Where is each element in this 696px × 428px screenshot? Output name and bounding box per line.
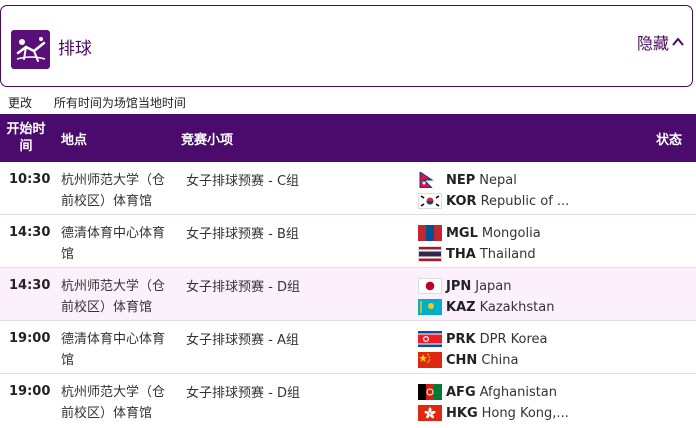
team-entry[interactable]: NEP Nepal [418,171,517,189]
venue: 杭州师范大学（仓前校区）体育馆 [61,279,166,315]
table-row[interactable]: 19:00 德清体育中心体育馆 女子排球预赛 - A组 PRK DPR Kore… [0,321,696,374]
team-entry[interactable]: KOR Republic of ... [418,192,569,210]
table-row[interactable]: 14:30 德清体育中心体育馆 女子排球预赛 - B组 MGL Mongolia… [0,215,696,268]
timezone-bar: 更改 所有时间为场馆当地时间 [8,94,186,111]
team-code: KOR [446,193,477,209]
team-code: NEP [446,172,476,188]
venue: 杭州师范大学（仓前校区）体育馆 [61,385,166,421]
thailand-flag-icon [418,246,442,262]
hong-kong-flag-icon [418,405,442,421]
start-time: 10:30 [9,172,51,187]
header-status: 状态 [655,132,682,148]
team-code: KAZ [446,299,476,315]
schedule-table-header: 开始时间 地点 竞赛小项 状态 [0,114,696,162]
collapse-button[interactable]: 隐藏 [637,30,684,54]
team-code: AFG [446,384,476,400]
nepal-flag-icon [418,171,442,189]
team-entry[interactable]: CHN China [418,351,518,369]
south-korea-flag-icon [418,193,442,209]
sport-header-card: 排球 隐藏 [0,5,693,87]
header-venue: 地点 [61,132,88,148]
table-row[interactable]: 10:30 杭州师范大学（仓前校区）体育馆 女子排球预赛 - C组 NEP Ne… [0,162,696,215]
team-name: Nepal [479,172,517,188]
north-korea-flag-icon [418,331,442,347]
team-name: DPR Korea [479,331,548,347]
event-name: 女子排球预赛 - A组 [186,333,299,348]
venue: 德清体育中心体育馆 [61,226,166,262]
team-name: China [481,352,519,368]
collapse-label: 隐藏 [636,34,669,53]
chevron-up-icon [672,37,684,46]
start-time: 14:30 [9,278,51,293]
team-code: THA [446,246,476,262]
team-entry[interactable]: AFG Afghanistan [418,383,557,401]
team-entry[interactable]: KAZ Kazakhstan [418,298,554,316]
header-event: 竞赛小项 [181,132,234,148]
team-entry[interactable]: JPN Japan [418,277,512,295]
venue: 德清体育中心体育馆 [61,332,166,368]
start-time: 19:00 [9,331,51,346]
start-time: 19:00 [9,384,51,399]
team-entry[interactable]: MGL Mongolia [418,224,541,242]
mongolia-flag-icon [418,225,442,241]
event-name: 女子排球预赛 - B组 [186,227,299,242]
team-name: Mongolia [481,225,541,241]
change-link[interactable]: 更改 [8,96,32,110]
team-code: JPN [446,278,472,294]
event-name: 女子排球预赛 - D组 [186,280,300,295]
sport-title: 排球 [58,39,92,59]
start-time: 14:30 [9,225,51,240]
venue: 杭州师范大学（仓前校区）体育馆 [61,173,166,209]
china-flag-icon [418,352,442,368]
afghanistan-flag-icon [418,384,442,400]
team-code: CHN [446,352,478,368]
header-start-time: 开始时间 [6,122,46,154]
event-name: 女子排球预赛 - C组 [186,174,300,189]
team-name: Hong Kong,... [481,405,569,421]
table-row[interactable]: 14:30 杭州师范大学（仓前校区）体育馆 女子排球预赛 - D组 JPN Ja… [0,268,696,321]
team-name: Afghanistan [479,384,558,400]
team-code: HKG [446,405,478,421]
table-row[interactable]: 19:00 杭州师范大学（仓前校区）体育馆 女子排球预赛 - D组 AFG Af… [0,374,696,428]
timezone-note: 所有时间为场馆当地时间 [53,96,186,110]
team-name: Kazakhstan [479,299,555,315]
team-entry[interactable]: PRK DPR Korea [418,330,548,348]
team-entry[interactable]: THA Thailand [418,245,536,263]
team-name: Republic of ... [480,193,570,209]
team-code: MGL [446,225,478,241]
team-name: Japan [475,278,512,294]
kazakhstan-flag-icon [418,299,442,315]
team-name: Thailand [479,246,536,262]
team-entry[interactable]: HKG Hong Kong,... [418,404,569,422]
japan-flag-icon [418,278,442,294]
event-name: 女子排球预赛 - D组 [186,386,300,401]
volleyball-pictogram-icon [11,30,50,69]
team-code: PRK [446,331,476,347]
